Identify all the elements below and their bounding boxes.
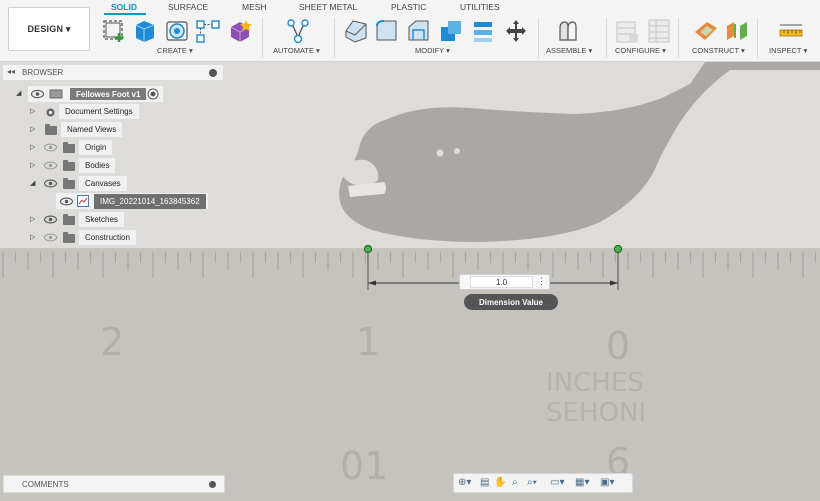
grid-settings-icon[interactable]: ▦▾ [575,477,589,489]
browser-item-canvas-image[interactable]: IMG_20221014_163845362 [94,194,206,209]
eye-hidden-icon[interactable] [44,161,57,170]
eye-icon[interactable] [60,197,73,206]
gear-icon [46,108,55,117]
folder-icon [45,124,57,135]
browser-item-origin[interactable]: Origin [79,140,113,155]
fit-zoom-icon[interactable]: ⌕▾ [527,477,537,489]
eye-icon[interactable] [44,179,57,188]
browser-pin-icon[interactable] [209,69,217,77]
browser-item-sketches[interactable]: Sketches [79,212,124,227]
display-settings-icon[interactable]: ▭▾ [550,477,564,489]
expand-triangle-icon[interactable]: ▷ [30,161,35,169]
canvas-image-icon [77,195,89,207]
browser-item-named-views[interactable]: Named Views [61,122,123,137]
browser-header[interactable]: ◂◂ BROWSER [2,64,224,81]
pan-hand-icon[interactable]: ✋ [494,477,506,489]
browser-item-bodies[interactable]: Bodies [79,158,116,173]
comments-title: COMMENTS [22,480,69,489]
folder-icon [63,160,75,171]
folder-icon [63,232,75,243]
browser-item-construction[interactable]: Construction [79,230,136,245]
comments-panel[interactable]: COMMENTS [3,475,225,493]
collapse-triangle-icon[interactable]: ◢ [30,179,35,187]
more-options-icon[interactable]: ⋮ [537,276,546,287]
expand-triangle-icon[interactable]: ▷ [30,125,35,133]
expand-triangle-icon[interactable]: ▷ [30,107,35,115]
expand-triangle-icon[interactable]: ▷ [30,215,35,223]
dimension-value-field[interactable]: 1.0 [470,276,533,288]
look-at-icon[interactable]: ▤ [480,477,489,489]
expand-triangle-icon[interactable]: ◢ [16,89,21,97]
browser-root-label: Fellowes Foot v1 [70,88,147,100]
viewports-icon[interactable]: ▣▾ [600,477,614,489]
expand-triangle-icon[interactable]: ▷ [30,143,35,151]
browser-item-document-settings[interactable]: Document Settings [59,104,139,119]
browser-title: BROWSER [22,68,64,77]
eye-icon[interactable] [31,89,44,99]
sketch-point[interactable] [613,244,623,254]
dimension-tooltip: Dimension Value [464,294,558,310]
dimension-input[interactable]: 1.0 ⋮ [459,274,550,290]
orbit-icon[interactable]: ⊕▾ [458,477,471,489]
eye-hidden-icon[interactable] [44,143,57,152]
browser-root-item[interactable]: Fellowes Foot v1 [28,86,163,102]
folder-icon [63,142,75,153]
sketch-point[interactable] [363,244,373,254]
component-icon [49,89,63,99]
collapse-chevron-icon[interactable]: ◂◂ [7,67,15,76]
navigation-bar: ⊕▾ ▤ ✋ ⌕ ⌕▾ ▭▾ ▦▾ ▣▾ [453,473,633,493]
comments-add-icon[interactable] [209,481,216,488]
radio-active-icon[interactable] [147,88,159,100]
eye-icon[interactable] [44,215,57,224]
browser-item-canvases[interactable]: Canvases [79,176,127,191]
zoom-icon[interactable]: ⌕ [512,477,518,489]
expand-triangle-icon[interactable]: ▷ [30,233,35,241]
folder-icon [63,178,75,189]
folder-icon [63,214,75,225]
eye-hidden-icon[interactable] [44,233,57,242]
